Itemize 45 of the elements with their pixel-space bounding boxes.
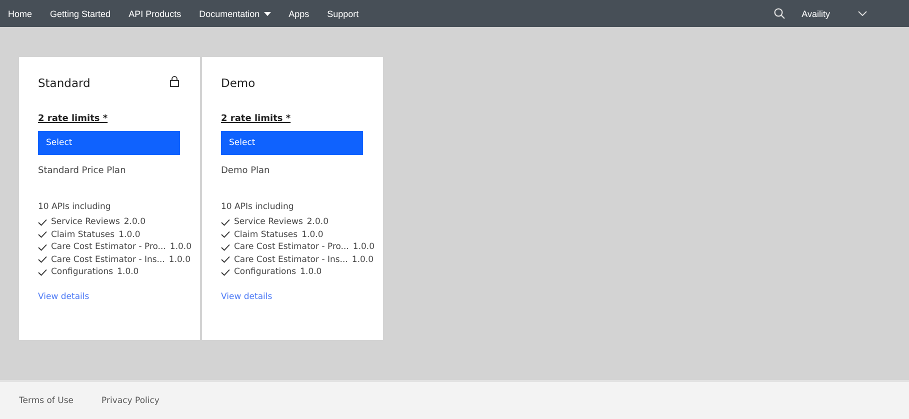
api-version: 1.0.0: [300, 267, 322, 277]
account-menu[interactable]: Availity: [802, 8, 867, 18]
rate-limits-link[interactable]: 2 rate limits *: [221, 114, 291, 124]
api-name: Claim Statuses: [234, 230, 298, 240]
api-version: 1.0.0: [352, 254, 374, 264]
apis-heading: 10 APIs including: [221, 202, 295, 212]
api-version: 1.0.0: [118, 230, 140, 240]
api-version: 1.0.0: [117, 267, 139, 277]
lock-icon: [170, 76, 179, 87]
plan-description: Standard Price Plan: [38, 166, 127, 176]
select-button[interactable]: Select: [38, 131, 180, 155]
api-version: 2.0.0: [306, 217, 329, 227]
api-name: Care Cost Estimator - Pro...: [234, 242, 349, 252]
footer-link[interactable]: Privacy Policy: [102, 396, 160, 406]
view-details-link[interactable]: View details: [221, 292, 272, 302]
nav-link[interactable]: Getting Started: [50, 8, 111, 18]
api-version: 2.0.0: [124, 217, 146, 227]
api-version: 1.0.0: [302, 230, 324, 240]
api-version: 1.0.0: [168, 254, 191, 264]
api-name: Service Reviews: [234, 217, 303, 227]
rate-limits-link[interactable]: 2 rate limits *: [38, 114, 108, 124]
plan-title: Demo: [221, 76, 256, 90]
api-name: Care Cost Estimator - Pro...: [51, 242, 166, 252]
caret-icon: [264, 12, 271, 16]
nav-link[interactable]: Support: [327, 8, 359, 18]
api-name: Configurations: [234, 267, 296, 277]
nav-link[interactable]: Apps: [288, 8, 310, 18]
api-name: Claim Statuses: [51, 230, 115, 240]
apis-heading: 10 APIs including: [38, 202, 112, 212]
api-name: Care Cost Estimator - Ins...: [234, 254, 348, 264]
api-name: Configurations: [51, 267, 114, 277]
plan-title: Standard: [38, 76, 90, 90]
api-name: Care Cost Estimator - Ins...: [51, 254, 165, 264]
nav-link[interactable]: Documentation: [199, 8, 271, 18]
api-version: 1.0.0: [170, 242, 192, 252]
api-name: Service Reviews: [51, 217, 120, 227]
select-button[interactable]: Select: [221, 131, 363, 155]
nav-link[interactable]: Home: [8, 8, 32, 18]
plan-description: Demo Plan: [221, 166, 271, 176]
chevron-down-icon: [858, 11, 867, 16]
footer-link[interactable]: Terms of Use: [19, 396, 74, 406]
view-details-link[interactable]: View details: [38, 292, 90, 302]
api-version: 1.0.0: [352, 242, 375, 252]
nav-link[interactable]: API Products: [128, 8, 182, 18]
search-icon: [774, 8, 785, 19]
